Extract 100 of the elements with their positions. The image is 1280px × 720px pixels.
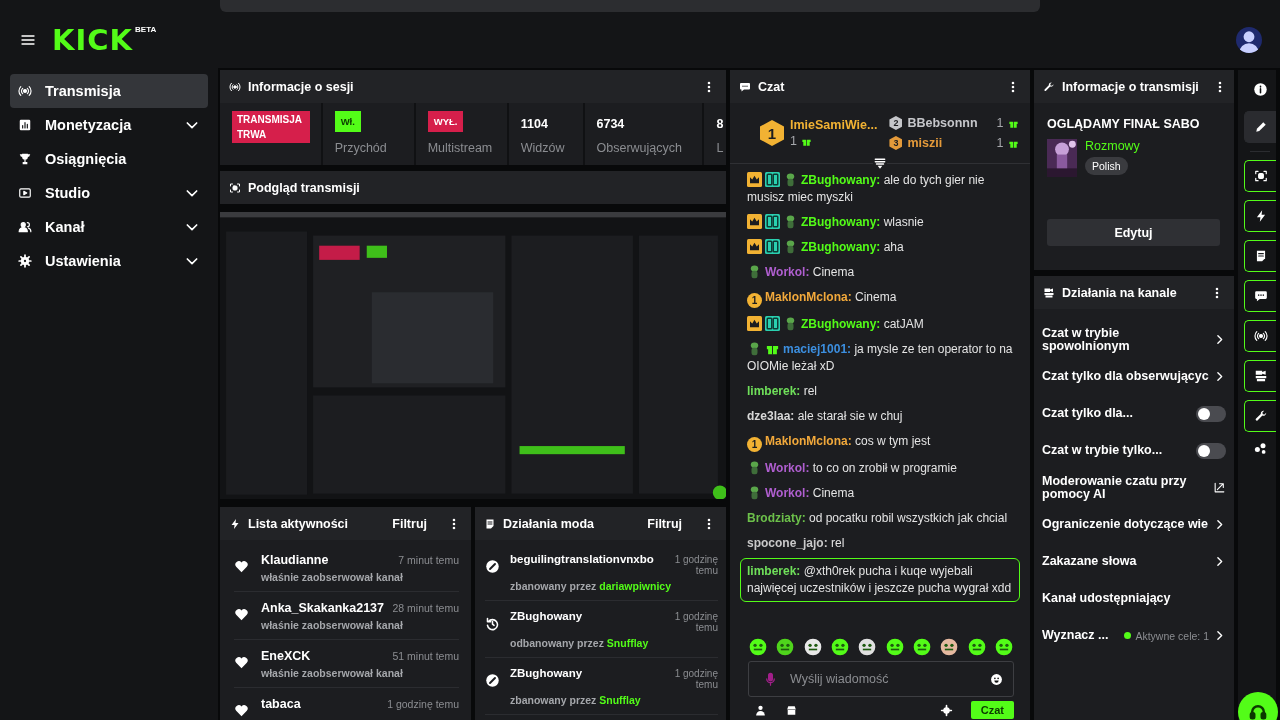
emoji-icon[interactable] <box>990 672 1003 686</box>
channel-action-item[interactable]: Czat tylko dla... <box>1042 395 1226 432</box>
chat-username[interactable]: ZBughowany: <box>801 215 881 229</box>
stat-label: Obserwujących <box>596 141 683 155</box>
category-link[interactable]: Rozmowy <box>1085 139 1140 153</box>
filter-button[interactable]: Filtruj <box>641 516 688 531</box>
toggle-switch[interactable] <box>1196 442 1226 459</box>
panel-title: Czat <box>758 79 785 94</box>
stat-label: Multistream <box>427 141 494 155</box>
chat-username[interactable]: Workol: <box>765 461 810 475</box>
menu-icon[interactable] <box>20 32 36 48</box>
chat-username[interactable]: MaklonMclona: <box>765 290 852 304</box>
note-icon <box>484 517 496 530</box>
user-icon[interactable] <box>754 703 767 717</box>
chat-username[interactable]: ZBughowany: <box>801 240 881 254</box>
toggle-button[interactable]: Wł. <box>334 111 361 132</box>
panel-title: Informacje o sesji <box>248 79 354 94</box>
sidebar-item[interactable]: Monetyzacja <box>10 108 208 142</box>
channel-action-item[interactable]: Ograniczenie dotyczące wie <box>1042 506 1226 543</box>
username[interactable]: Klaudianne <box>261 553 329 567</box>
moderator-link[interactable]: Snufflay <box>606 637 649 649</box>
rank-badge: 3 <box>889 136 903 150</box>
panel-toggle-button[interactable] <box>1244 160 1276 192</box>
channel-action-item[interactable]: Moderowanie czatu przy pomocy AI <box>1042 469 1226 506</box>
kick-logo[interactable]: KICK <box>52 25 134 55</box>
sidebar-item[interactable]: Studio <box>10 176 208 210</box>
chat-username[interactable]: spocone_jajo: <box>747 536 828 550</box>
sidebar-item[interactable]: Kanał <box>10 210 208 244</box>
chat-username[interactable]: limberek: <box>747 384 801 398</box>
toggle-switch[interactable] <box>1196 405 1226 422</box>
chat-message: dze3laa: ale starał sie w chuj <box>746 408 904 425</box>
send-button[interactable]: Czat <box>970 701 1014 719</box>
timestamp: 1 godzinę temu <box>674 668 718 690</box>
crown-badge-icon <box>747 316 762 331</box>
wrench-icon <box>1043 80 1055 93</box>
username[interactable]: beguilingtranslationvnxbo <box>510 553 654 565</box>
info-icon[interactable] <box>1253 82 1268 97</box>
chat-username[interactable]: Workol: <box>765 265 810 279</box>
channel-action-item[interactable]: Czat w trybie tylko... <box>1042 432 1226 469</box>
sidebar-item[interactable]: Ustawienia <box>10 244 208 278</box>
timestamp: 51 minut temu <box>392 650 459 662</box>
microphone-icon[interactable] <box>763 671 778 687</box>
undo-icon <box>485 616 500 631</box>
message-input[interactable]: Wyślij wiadomość <box>788 671 980 687</box>
message-box[interactable]: Wyślij wiadomość <box>748 661 1014 697</box>
mod-action-text: zbanowany przez dariawpiwnicy <box>510 580 673 592</box>
chat-username[interactable]: MaklonMclona: <box>765 434 852 448</box>
gifter-name[interactable]: ImieSamiWie... <box>790 118 878 132</box>
panel-toggle-button[interactable] <box>1244 240 1276 272</box>
channel-action-item[interactable]: Zakazane słowa <box>1042 543 1226 580</box>
status-dot-icon <box>1124 632 1132 639</box>
channel-action-item[interactable]: Czat tylko dla obserwującyc <box>1042 358 1226 395</box>
stat-label: L <box>716 141 725 155</box>
gifter-name[interactable]: BBebsonnn <box>907 116 992 130</box>
store-icon[interactable] <box>785 703 798 717</box>
gift-count-text: 1 <box>996 116 1004 130</box>
stat-value: 8 <box>716 117 725 131</box>
crown-badge-icon <box>747 239 762 254</box>
channel-action-item[interactable]: Wyznacz ... Aktywne cele: 1 <box>1042 617 1226 654</box>
chat-username[interactable]: ZBughowany: <box>801 173 881 187</box>
sidebar-item[interactable]: Osiągnięcia <box>10 142 208 176</box>
chat-message: 1 MaklonMclona: Cinema <box>740 285 1020 312</box>
language-tag[interactable]: Polish <box>1085 157 1128 175</box>
dots-icon[interactable] <box>1253 440 1268 455</box>
filter-button[interactable]: Filtruj <box>386 516 433 531</box>
ban-icon <box>485 673 500 688</box>
username[interactable]: tabaca <box>261 697 301 711</box>
panel-toggle-button[interactable] <box>1244 200 1276 232</box>
mod-action-text: odbanowany przez Snufflay <box>510 637 650 649</box>
screen-icon <box>229 181 241 194</box>
emote-icon <box>966 637 987 657</box>
panel-title: Lista aktywności <box>248 516 349 531</box>
username[interactable]: ZBughowany <box>510 667 583 679</box>
toggle-button[interactable]: WYŁ. <box>427 111 464 132</box>
chat-username[interactable]: Workol: <box>765 486 810 500</box>
subscriber-badge: 1 <box>747 293 762 308</box>
panel-toggle-button[interactable] <box>1244 400 1276 432</box>
panel-toggle-button[interactable] <box>1244 280 1276 312</box>
chat-username[interactable]: dze3laa: <box>747 409 795 423</box>
channel-action-item[interactable]: Czat w trybie spowolnionym <box>1042 321 1226 358</box>
moderator-link[interactable]: Snufflay <box>599 694 641 706</box>
chat-username[interactable]: Brodziaty: <box>747 511 806 525</box>
chat-username[interactable]: maciej1001: <box>783 342 852 356</box>
panel-toggle-button[interactable] <box>1244 320 1276 352</box>
moderator-link[interactable]: dariawpiwnicy <box>599 580 672 592</box>
edit-button[interactable]: Edytuj <box>1047 219 1220 246</box>
panel-toggle-button[interactable] <box>1244 360 1276 392</box>
chat-username[interactable]: ZBughowany: <box>801 317 881 331</box>
username[interactable]: EneXCK <box>261 649 311 663</box>
gifter-name[interactable]: miszii <box>907 136 992 150</box>
username[interactable]: Anka_Skakanka2137 <box>261 601 384 615</box>
chat-username[interactable]: limberek: <box>747 564 801 578</box>
gift-count-text: 1 <box>790 134 797 148</box>
timestamp: 1 godzinę temu <box>387 698 459 710</box>
user-avatar[interactable] <box>1236 27 1262 53</box>
emote-icon <box>884 637 905 657</box>
channel-action-item[interactable]: Kanał udostępniający <box>1042 580 1226 617</box>
sidebar-item[interactable]: Transmisja <box>10 74 208 108</box>
username[interactable]: ZBughowany <box>510 610 583 622</box>
edit-tool-button[interactable] <box>1244 111 1276 143</box>
